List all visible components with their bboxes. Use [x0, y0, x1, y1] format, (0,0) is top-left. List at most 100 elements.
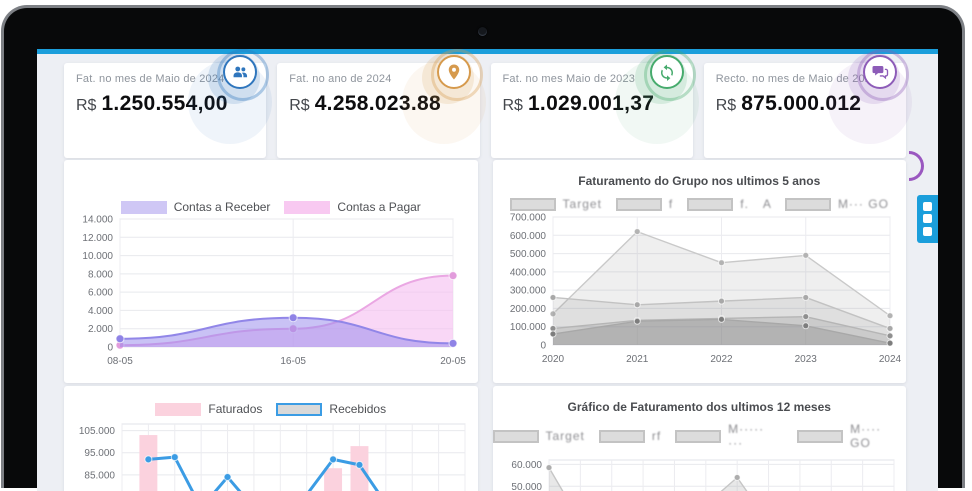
- svg-text:85.000: 85.000: [84, 470, 115, 481]
- charts-row-middle: Contas a Receber Contas a Pagar 14.000 12.…: [64, 160, 906, 383]
- legend-label: Target: [546, 429, 585, 443]
- svg-text:95.000: 95.000: [84, 448, 115, 459]
- legend-swatch: [616, 198, 662, 211]
- legend-item[interactable]: f.: [687, 197, 749, 211]
- kpi-icon-wrap: [649, 54, 685, 90]
- legend-item[interactable]: Target: [493, 429, 585, 443]
- kpi-number: 1.029.001,37: [528, 92, 654, 115]
- svg-text:6.000: 6.000: [88, 288, 113, 299]
- legend-item[interactable]: M···· GO: [797, 422, 906, 450]
- chart-card-faturados-recebidos: FaturadosRecebidos 105.00095.00085.00075…: [64, 386, 478, 491]
- legend-swatch: [687, 198, 733, 211]
- svg-text:0: 0: [540, 341, 546, 352]
- location-pin-icon: [437, 55, 471, 89]
- legend-swatch: [493, 430, 539, 443]
- legend-label: M··· GO: [838, 197, 889, 211]
- svg-text:2023: 2023: [794, 354, 817, 365]
- dashboard-screen: Fat. no mes de Maio de 2024 R$ 1.250.554,…: [37, 49, 938, 491]
- kpi-label: Fat. no mes de Maio de 2024: [76, 73, 246, 85]
- legend-swatch: [155, 403, 201, 416]
- legend-item[interactable]: A M··· GO: [763, 197, 889, 211]
- svg-text:4.000: 4.000: [88, 306, 113, 317]
- kpi-value: R$4.258.023.88: [289, 92, 467, 116]
- svg-text:20-05: 20-05: [440, 356, 466, 367]
- kpi-value: R$ 1.029.001,37: [503, 92, 681, 116]
- chart-title: Gráfico de Faturamento dos ultimos 12 me…: [493, 386, 907, 414]
- legend-label: Recebidos: [329, 402, 386, 416]
- currency-prefix: R$: [289, 97, 309, 114]
- svg-text:2024: 2024: [878, 354, 901, 365]
- contas-chart: 14.00012.00010.0008.0006.0004.0002.00000…: [64, 214, 477, 373]
- device-bezel: Fat. no mes de Maio de 2024 R$ 1.250.554,…: [1, 5, 965, 488]
- legend-item[interactable]: f: [616, 197, 673, 211]
- svg-text:600.000: 600.000: [509, 231, 546, 242]
- currency-prefix: R$: [76, 97, 96, 114]
- legend-label: Target: [563, 197, 602, 211]
- kpi-number: 1.250.554,00: [101, 92, 227, 115]
- svg-text:300.000: 300.000: [509, 286, 546, 297]
- chart-card-contas: Contas a Receber Contas a Pagar 14.000 12.…: [64, 160, 478, 383]
- chat-bubbles-icon: [863, 55, 897, 89]
- svg-text:8.000: 8.000: [88, 269, 113, 280]
- legend-label: f: [669, 197, 673, 211]
- five-year-chart: 700.000600.000500.000400.000300.000200.0…: [493, 211, 906, 371]
- chart-title: Faturamento do Grupo nos ultimos 5 anos: [493, 160, 907, 188]
- side-panel-tab[interactable]: [917, 195, 938, 243]
- kpi-number: 875.000.012: [741, 92, 861, 115]
- legend-item[interactable]: M····· ···: [675, 422, 783, 450]
- twelve-month-legend: Target rf M····· ··· M···· GO: [493, 422, 907, 450]
- contas-legend: Contas a Receber Contas a Pagar: [64, 200, 478, 214]
- legend-label: Faturados: [208, 402, 262, 416]
- legend-swatch: [785, 198, 831, 211]
- svg-text:400.000: 400.000: [509, 267, 546, 278]
- kpi-card-year-2024: Fat. no ano de 2024 R$4.258.023.88: [277, 63, 479, 158]
- kpi-card-receipts-2024: Recto. no mes de Maio de 2024 R$875.000.…: [704, 63, 906, 158]
- kpi-label: Fat. no mes Maio de 2023: [503, 73, 673, 85]
- legend-item[interactable]: Contas a Receber: [121, 200, 271, 214]
- faturados-chart: 105.00095.00085.00075.000: [64, 416, 477, 491]
- kpi-icon-wrap: [862, 54, 898, 90]
- twelve-month-chart: 60.00050.00040.00030.000: [493, 450, 906, 491]
- legend-swatch: [276, 403, 322, 416]
- legend-label: f.: [740, 197, 749, 211]
- charts-row-bottom: FaturadosRecebidos 105.00095.00085.00075…: [64, 386, 906, 491]
- svg-text:2.000: 2.000: [88, 324, 113, 335]
- svg-text:60.000: 60.000: [511, 460, 542, 471]
- legend-swatch: [510, 198, 556, 211]
- svg-text:100.000: 100.000: [509, 322, 546, 333]
- legend-label: rf: [652, 429, 661, 443]
- legend-label: Contas a Pagar: [337, 200, 420, 214]
- users-icon: [223, 55, 257, 89]
- svg-text:2021: 2021: [626, 354, 649, 365]
- currency-prefix: R$: [716, 97, 736, 114]
- five-year-legend: Target f f. A M··· GO: [493, 197, 907, 211]
- legend-label: Contas a Receber: [174, 200, 271, 214]
- svg-text:12.000: 12.000: [82, 233, 113, 244]
- kpi-card-month-2024: Fat. no mes de Maio de 2024 R$ 1.250.554,…: [64, 63, 266, 158]
- currency-prefix: R$: [503, 97, 523, 114]
- svg-text:08-05: 08-05: [107, 356, 133, 367]
- legend-item[interactable]: Faturados: [155, 402, 262, 416]
- legend-pre-label: A: [763, 197, 772, 211]
- legend-item[interactable]: Contas a Pagar: [284, 200, 420, 214]
- top-accent-bar: [37, 49, 938, 54]
- svg-text:2022: 2022: [710, 354, 733, 365]
- svg-text:700.000: 700.000: [509, 213, 546, 224]
- purple-arc-decoration: [909, 151, 924, 181]
- kpi-icon-wrap: [222, 54, 258, 90]
- legend-item[interactable]: Target: [510, 197, 602, 211]
- legend-label: M···· GO: [850, 422, 906, 450]
- svg-text:2020: 2020: [541, 354, 564, 365]
- chart-card-5-anos: Faturamento do Grupo nos ultimos 5 anos …: [493, 160, 907, 383]
- legend-item[interactable]: rf: [599, 429, 661, 443]
- svg-text:14.000: 14.000: [82, 215, 113, 226]
- svg-text:200.000: 200.000: [509, 304, 546, 315]
- faturados-legend: Faturados Recebidos: [64, 402, 478, 416]
- svg-text:105.000: 105.000: [79, 426, 116, 437]
- kpi-value: R$ 875.000.012: [716, 92, 894, 116]
- kpi-card-month-2023: Fat. no mes Maio de 2023 R$ 1.029.001,37: [491, 63, 693, 158]
- kpi-icon-wrap: [436, 54, 472, 90]
- legend-item[interactable]: Recebidos: [276, 402, 386, 416]
- svg-text:16-05: 16-05: [280, 356, 306, 367]
- refresh-icon: [650, 55, 684, 89]
